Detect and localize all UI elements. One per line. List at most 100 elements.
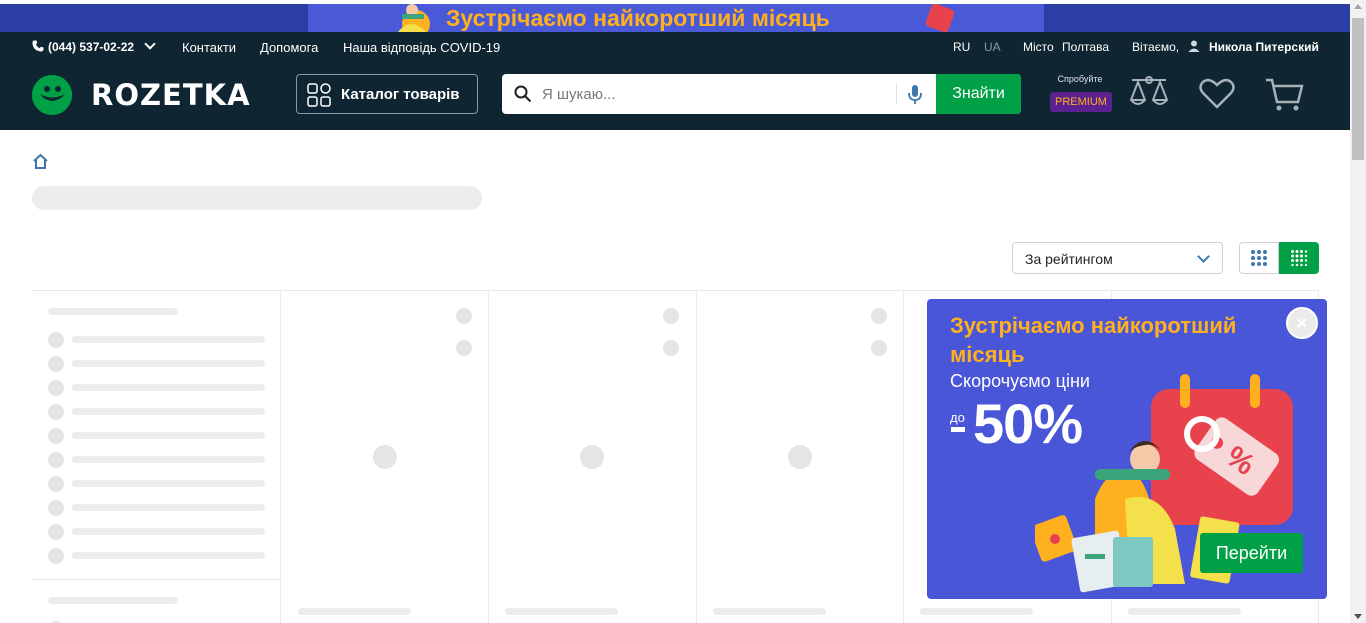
product-title-skeleton (505, 608, 618, 615)
phone-menu[interactable]: (044) 537-02-22 (32, 38, 156, 54)
filter-checkbox-skeleton (48, 452, 64, 468)
catalog-grid-icon (307, 83, 331, 107)
discount-tag-icon (924, 4, 956, 32)
search-input[interactable] (542, 74, 892, 114)
city-label: Місто (1023, 40, 1054, 54)
filter-option-skeleton (72, 336, 265, 343)
rozetka-logo[interactable]: ROZETKA (32, 74, 272, 116)
nav-link-help[interactable]: Допомога (260, 40, 318, 55)
phone-icon (32, 40, 44, 52)
catalog-label: Каталог товарів (341, 86, 460, 103)
premium-badge: PREMIUM (1050, 92, 1112, 112)
promo-popup: Зустрічаємо найкоротший місяць Скорочуєм… (927, 299, 1327, 599)
top-white-edge (0, 0, 1350, 4)
popup-upto: до (950, 410, 965, 425)
search-bar: Знайти (502, 74, 1021, 114)
home-icon[interactable] (32, 153, 49, 170)
sort-value: За рейтингом (1025, 251, 1113, 267)
product-title-skeleton (713, 608, 826, 615)
cart-icon[interactable] (1263, 75, 1305, 113)
popup-close-button[interactable] (1286, 307, 1318, 339)
lang-ru[interactable]: RU (953, 40, 970, 54)
filter-option-skeleton (72, 408, 265, 415)
catalog-button[interactable]: Каталог товарів (296, 74, 478, 114)
promo-girl-illustration (398, 4, 430, 32)
filter-checkbox-skeleton (48, 404, 64, 420)
site-header: (044) 537-02-22 Контакти Допомога Наша в… (0, 32, 1350, 130)
filter-checkbox-skeleton (48, 356, 64, 372)
search-submit-button[interactable]: Знайти (936, 74, 1021, 114)
rozetka-smile-icon (32, 75, 72, 115)
filter-option-skeleton (72, 360, 265, 367)
sort-dropdown[interactable]: За рейтингом (1012, 242, 1223, 274)
search-divider (896, 84, 897, 104)
image-loader-skeleton (580, 445, 604, 469)
promo-banner-inner[interactable]: Зустрічаємо найкоротший місяць (308, 4, 1044, 32)
filter-option-skeleton (72, 480, 265, 487)
search-icon (514, 85, 532, 103)
page-scrollbar[interactable] (1350, 0, 1366, 623)
compare-dot-skeleton (456, 340, 472, 356)
filter-option-skeleton (72, 528, 265, 535)
filter-checkbox-skeleton (48, 476, 64, 492)
view-large-tiles-button[interactable] (1239, 242, 1279, 274)
scrollbar-thumb[interactable] (1352, 18, 1364, 160)
user-avatar-icon[interactable] (1188, 40, 1200, 55)
lang-ua[interactable]: UA (984, 40, 1001, 54)
logo-text: ROZETKA (91, 78, 251, 112)
view-small-tiles-button[interactable] (1279, 242, 1319, 274)
greeting-text: Вітаємо, (1132, 40, 1180, 54)
phone-number: (044) 537-02-22 (48, 40, 135, 54)
scroll-up-arrow-icon[interactable] (1354, 4, 1362, 9)
filter-option-skeleton (72, 456, 265, 463)
popup-title: Зустрічаємо найкоротший місяць (950, 313, 1237, 367)
filters-sidebar-skeleton (32, 291, 281, 623)
product-title-skeleton (1128, 608, 1241, 615)
product-card-skeleton (697, 291, 904, 623)
filter-checkbox-skeleton (48, 332, 64, 348)
compare-icon[interactable] (1128, 75, 1170, 113)
image-loader-skeleton (373, 445, 397, 469)
wishlist-dot-skeleton (456, 308, 472, 324)
microphone-icon[interactable] (906, 84, 924, 106)
chevron-down-icon[interactable] (144, 38, 156, 50)
filter-title-skeleton (48, 597, 178, 604)
heart-icon[interactable] (1196, 75, 1238, 113)
nav-link-contacts[interactable]: Контакти (182, 40, 236, 55)
wishlist-dot-skeleton (871, 308, 887, 324)
filter-option-skeleton (72, 504, 265, 511)
filter-option-skeleton (72, 552, 265, 559)
product-title-skeleton (920, 608, 1033, 615)
large-grid-icon (1251, 250, 1267, 266)
small-grid-icon (1291, 250, 1307, 266)
popup-minus-sign (951, 427, 965, 432)
filter-checkbox-skeleton (48, 548, 64, 564)
filter-checkbox-skeleton (48, 524, 64, 540)
wishlist-dot-skeleton (663, 308, 679, 324)
image-loader-skeleton (788, 445, 812, 469)
product-title-skeleton (298, 608, 411, 615)
filter-checkbox-skeleton (48, 428, 64, 444)
product-card-skeleton (489, 291, 697, 623)
sidebar-divider (32, 579, 281, 580)
scroll-down-arrow-icon[interactable] (1354, 614, 1362, 619)
filter-checkbox-skeleton (48, 500, 64, 516)
top-promo-banner[interactable]: Зустрічаємо найкоротший місяць (0, 0, 1350, 32)
popup-go-button[interactable]: Перейти (1200, 533, 1303, 573)
header-top-row: (044) 537-02-22 Контакти Допомога Наша в… (32, 38, 1322, 58)
premium-try-text: Спробуйте (1057, 74, 1103, 84)
filter-option-skeleton (72, 432, 265, 439)
page: Зустрічаємо найкоротший місяць (044) 537… (0, 0, 1366, 623)
compare-dot-skeleton (663, 340, 679, 356)
nav-link-covid[interactable]: Наша відповідь COVID-19 (343, 40, 500, 55)
user-name[interactable]: Никола Питерский (1209, 40, 1319, 54)
page-title-placeholder (32, 186, 482, 210)
city-select[interactable]: Полтава (1062, 40, 1109, 54)
filter-title-skeleton (48, 308, 178, 315)
close-icon (1297, 318, 1307, 328)
chevron-down-icon (1197, 250, 1210, 263)
premium-promo[interactable]: Спробуйте PREMIUM (1050, 74, 1112, 118)
compare-dot-skeleton (871, 340, 887, 356)
promo-banner-text: Зустрічаємо найкоротший місяць (446, 5, 830, 31)
filter-checkbox-skeleton (48, 380, 64, 396)
